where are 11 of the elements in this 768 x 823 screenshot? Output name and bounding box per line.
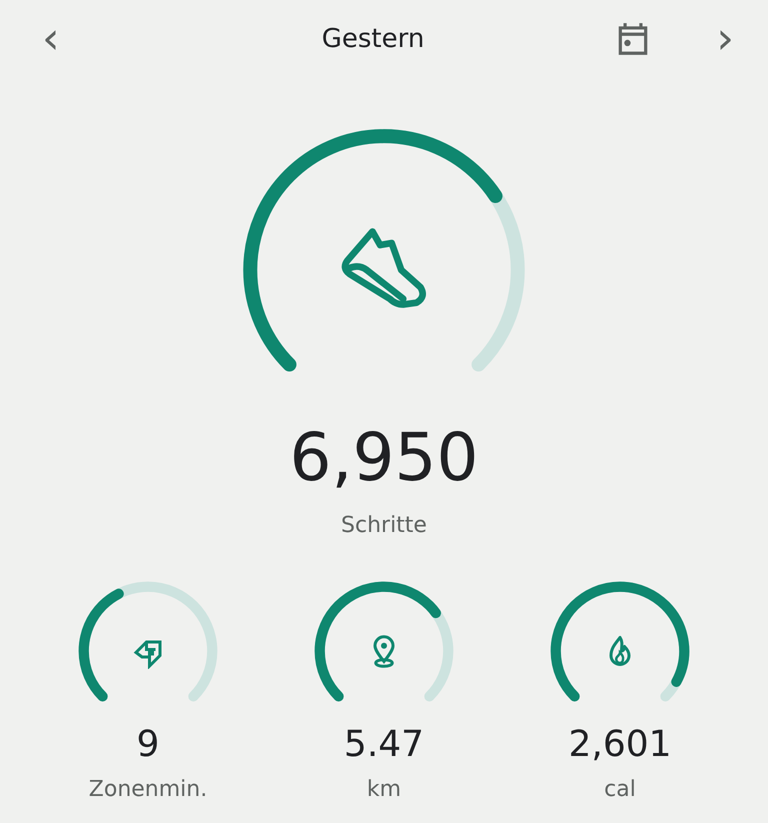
metric-label: km: [366, 776, 402, 802]
date-title: Gestern: [320, 24, 426, 54]
back-button[interactable]: ‹: [36, 17, 66, 61]
metric-value: 2,601: [568, 724, 672, 765]
metric-label: Zonenmin.: [88, 776, 208, 802]
forward-button[interactable]: ›: [710, 17, 740, 61]
metric-value: 9: [136, 724, 160, 765]
metric-value: 5.47: [344, 724, 424, 765]
steps-label: Schritte: [341, 512, 427, 538]
steps-value: 6,950: [290, 422, 478, 495]
metric-label: cal: [604, 776, 636, 802]
